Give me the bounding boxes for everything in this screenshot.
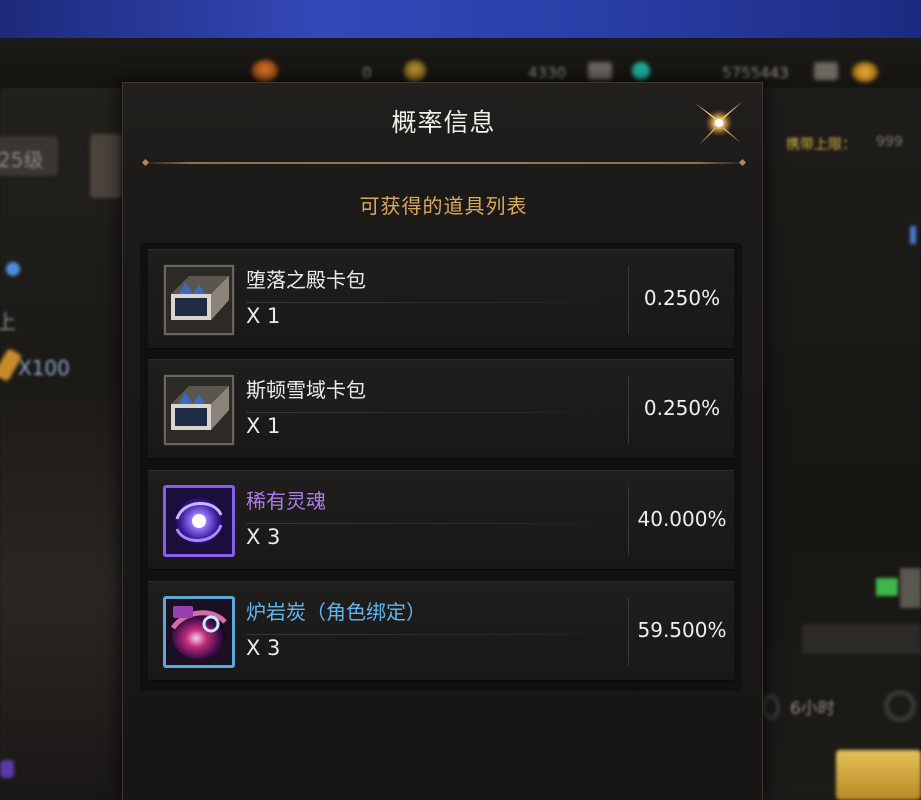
currency-value-a: 0 (362, 64, 372, 82)
item-quantity: X 1 (246, 414, 281, 438)
lava-charcoal-icon (163, 596, 235, 668)
column-separator (628, 376, 629, 444)
blue-mark-icon (910, 226, 916, 244)
item-quantity: X 1 (246, 304, 281, 328)
sparkle-close-icon (695, 101, 743, 145)
item-probability: 59.500% (637, 618, 727, 642)
carry-cap-value: 999 (876, 134, 903, 150)
background-top-strip (0, 0, 921, 38)
item-probability: 0.250% (643, 396, 721, 420)
left-on-text: 上 (0, 310, 16, 334)
list-item: 炉岩炭（角色绑定） X 3 59.500% (148, 581, 734, 681)
item-quantity: X 3 (246, 636, 281, 660)
green-flag-icon (876, 578, 898, 596)
currency-value-b: 4330 (528, 64, 567, 82)
upgrade-arrow-icon-2 (814, 62, 838, 80)
dialog-title: 概率信息 (391, 108, 496, 137)
currency-value-c: 5755443 (722, 64, 789, 82)
level-button (90, 134, 122, 198)
left-count-text: X100 (18, 356, 70, 380)
level-text: 25级 (0, 148, 44, 172)
purple-corner-icon (0, 760, 14, 778)
card-pack-icon (163, 264, 235, 336)
item-probability: 40.000% (637, 507, 727, 531)
background-currency-bar: 0 4330 5755443 (0, 38, 921, 88)
name-divider (246, 523, 616, 524)
carry-cap-label: 携带上限： (786, 137, 856, 153)
gold-coin-icon (852, 62, 878, 82)
right-strip (802, 624, 921, 654)
name-divider (246, 412, 616, 413)
name-divider (246, 634, 616, 635)
item-list: 堕落之殿卡包 X 1 0.250% 斯顿雪域卡包 X 1 0.250% 稀有灵魂… (140, 243, 742, 691)
teal-gem-icon (632, 62, 650, 80)
column-separator (628, 266, 629, 334)
title-divider (141, 162, 747, 164)
close-button[interactable] (689, 95, 749, 151)
list-item: 稀有灵魂 X 3 40.000% (148, 470, 734, 570)
item-name: 炉岩炭（角色绑定） (246, 600, 426, 624)
radio-circle-icon-2 (884, 690, 916, 722)
background-left-panel: 25级 上 X100 (0, 88, 122, 800)
gold-orb-icon (252, 60, 278, 82)
column-separator (628, 598, 629, 666)
item-list-heading: 可获得的道具列表 (359, 194, 528, 218)
crescent-coin-icon (404, 60, 426, 82)
radio-circle-icon (762, 694, 780, 720)
rare-soul-icon (163, 485, 235, 557)
item-probability: 0.250% (643, 286, 721, 310)
upgrade-arrow-icon (588, 62, 612, 80)
background-right-panel: 携带上限： 999 6小时 (762, 88, 921, 800)
probability-dialog: 概率信息 可获得的道具列表 堕落之殿卡包 X 1 0.250% 斯顿雪域卡包 X… (122, 82, 763, 800)
list-item: 斯顿雪域卡包 X 1 0.250% (148, 359, 734, 459)
item-name: 斯顿雪域卡包 (246, 378, 366, 402)
right-dark-tab (900, 568, 921, 608)
list-item: 堕落之殿卡包 X 1 0.250% (148, 249, 734, 349)
confirm-button-bg (836, 750, 921, 800)
item-name: 堕落之殿卡包 (246, 268, 366, 292)
card-pack-icon (163, 374, 235, 446)
name-divider (246, 302, 616, 303)
item-name: 稀有灵魂 (246, 489, 326, 513)
item-quantity: X 3 (246, 525, 281, 549)
blue-dot-icon (6, 262, 20, 276)
column-separator (628, 487, 629, 555)
time-text: 6小时 (790, 699, 835, 719)
